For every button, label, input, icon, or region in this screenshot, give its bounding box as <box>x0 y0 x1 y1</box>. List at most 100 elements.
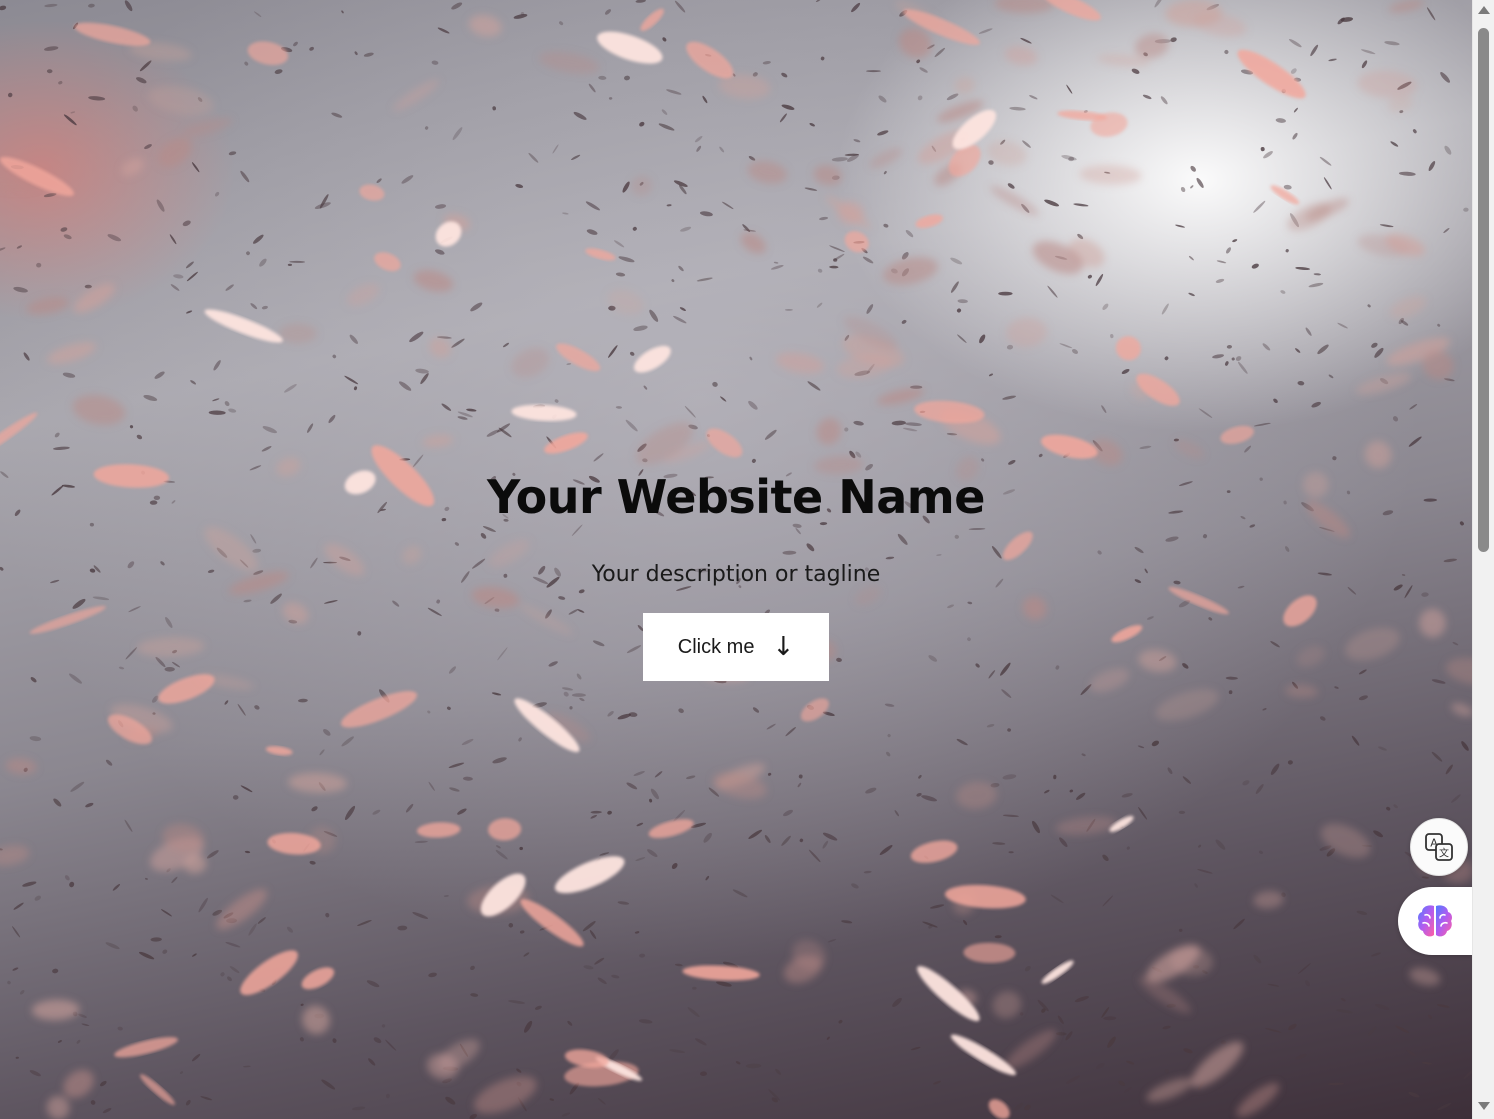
debris-fleck <box>661 109 668 115</box>
debris-fleck <box>1288 1023 1297 1031</box>
debris-fleck <box>649 309 659 322</box>
debris-fleck <box>1275 118 1286 123</box>
debris-fleck <box>373 1037 382 1044</box>
petal <box>1237 49 1306 99</box>
blurred-petal <box>73 283 115 313</box>
debris-fleck <box>1047 285 1058 298</box>
debris-fleck <box>764 835 771 843</box>
debris-fleck <box>799 838 804 843</box>
debris-fleck <box>883 223 889 228</box>
debris-fleck <box>918 774 922 779</box>
debris-fleck <box>112 883 121 891</box>
debris-fleck <box>956 308 962 313</box>
debris-fleck <box>905 422 922 426</box>
debris-fleck <box>933 1080 941 1085</box>
debris-fleck <box>764 429 777 440</box>
debris-fleck <box>60 227 68 232</box>
petal <box>686 41 734 79</box>
debris-fleck <box>785 726 796 737</box>
scrollbar-thumb[interactable] <box>1478 28 1489 552</box>
debris-fleck <box>1126 1060 1135 1065</box>
debris-fleck <box>1437 1102 1452 1111</box>
petal <box>139 1074 176 1105</box>
debris-fleck <box>508 923 514 928</box>
debris-fleck <box>566 363 572 365</box>
debris-fleck <box>1428 1014 1432 1020</box>
debris-fleck <box>1262 343 1271 351</box>
debris-fleck <box>1139 445 1152 449</box>
debris-fleck <box>590 814 597 819</box>
debris-fleck <box>1110 334 1114 339</box>
debris-fleck <box>751 458 756 463</box>
debris-fleck <box>515 184 524 188</box>
debris-fleck <box>300 1003 304 1006</box>
debris-fleck <box>492 106 497 111</box>
debris-fleck <box>1124 1086 1132 1093</box>
debris-fleck <box>261 446 272 452</box>
debris-fleck <box>678 265 684 272</box>
debris-fleck <box>457 808 467 815</box>
debris-fleck <box>585 201 600 211</box>
debris-fleck <box>1384 41 1400 46</box>
debris-fleck <box>228 408 237 413</box>
debris-fleck <box>1378 746 1387 751</box>
debris-fleck <box>674 0 686 13</box>
debris-fleck <box>1226 344 1232 349</box>
debris-fleck <box>100 1080 107 1087</box>
debris-fleck <box>254 11 262 17</box>
debris-fleck <box>1182 776 1192 784</box>
debris-fleck <box>1081 753 1086 757</box>
debris-fleck <box>354 51 358 56</box>
blurred-petal <box>511 347 550 378</box>
scroll-up-arrow-icon[interactable] <box>1478 6 1490 14</box>
debris-fleck <box>1059 837 1068 848</box>
debris-fleck <box>70 111 76 114</box>
debris-fleck <box>44 3 58 8</box>
debris-fleck <box>1288 38 1302 48</box>
debris-fleck <box>884 703 895 707</box>
debris-fleck <box>88 3 95 8</box>
debris-fleck <box>666 204 672 207</box>
debris-fleck <box>1319 156 1332 166</box>
blurred-petal <box>1155 688 1219 721</box>
brain-icon <box>1418 905 1452 937</box>
debris-fleck <box>853 420 864 426</box>
debris-fleck <box>783 809 793 817</box>
debris-fleck <box>105 942 120 950</box>
petal <box>597 31 663 64</box>
debris-fleck <box>136 77 147 84</box>
debris-fleck <box>1050 894 1064 904</box>
debris-fleck <box>684 405 696 418</box>
debris-fleck <box>1212 354 1225 359</box>
debris-fleck <box>185 1099 191 1106</box>
debris-fleck <box>658 123 675 131</box>
debris-fleck <box>1216 260 1227 264</box>
debris-fleck <box>1308 282 1324 288</box>
debris-fleck <box>855 451 862 458</box>
blurred-petal <box>346 283 380 307</box>
debris-fleck <box>1225 361 1229 366</box>
debris-fleck <box>1225 247 1232 254</box>
scroll-down-arrow-icon[interactable] <box>1478 1102 1490 1110</box>
debris-fleck <box>368 1058 376 1066</box>
debris-fleck <box>607 711 614 717</box>
translate-button[interactable]: A 文 <box>1410 818 1468 876</box>
ai-assistant-button[interactable] <box>1398 887 1472 955</box>
debris-fleck <box>1190 185 1194 189</box>
debris-fleck <box>1305 980 1310 987</box>
petal <box>544 432 588 454</box>
debris-fleck <box>877 130 889 136</box>
click-me-button[interactable]: Click me ↓ <box>643 613 829 681</box>
debris-fleck <box>934 47 946 58</box>
debris-fleck <box>822 840 829 849</box>
blurred-petal <box>1285 684 1319 698</box>
vertical-scrollbar[interactable] <box>1472 0 1494 1119</box>
debris-fleck <box>1406 1049 1416 1057</box>
debris-fleck <box>633 771 645 776</box>
debris-fleck <box>513 13 528 19</box>
debris-fleck <box>1007 183 1015 189</box>
debris-fleck <box>1057 1015 1064 1025</box>
debris-fleck <box>742 224 751 233</box>
debris-fleck <box>420 373 429 385</box>
debris-fleck <box>224 401 230 407</box>
